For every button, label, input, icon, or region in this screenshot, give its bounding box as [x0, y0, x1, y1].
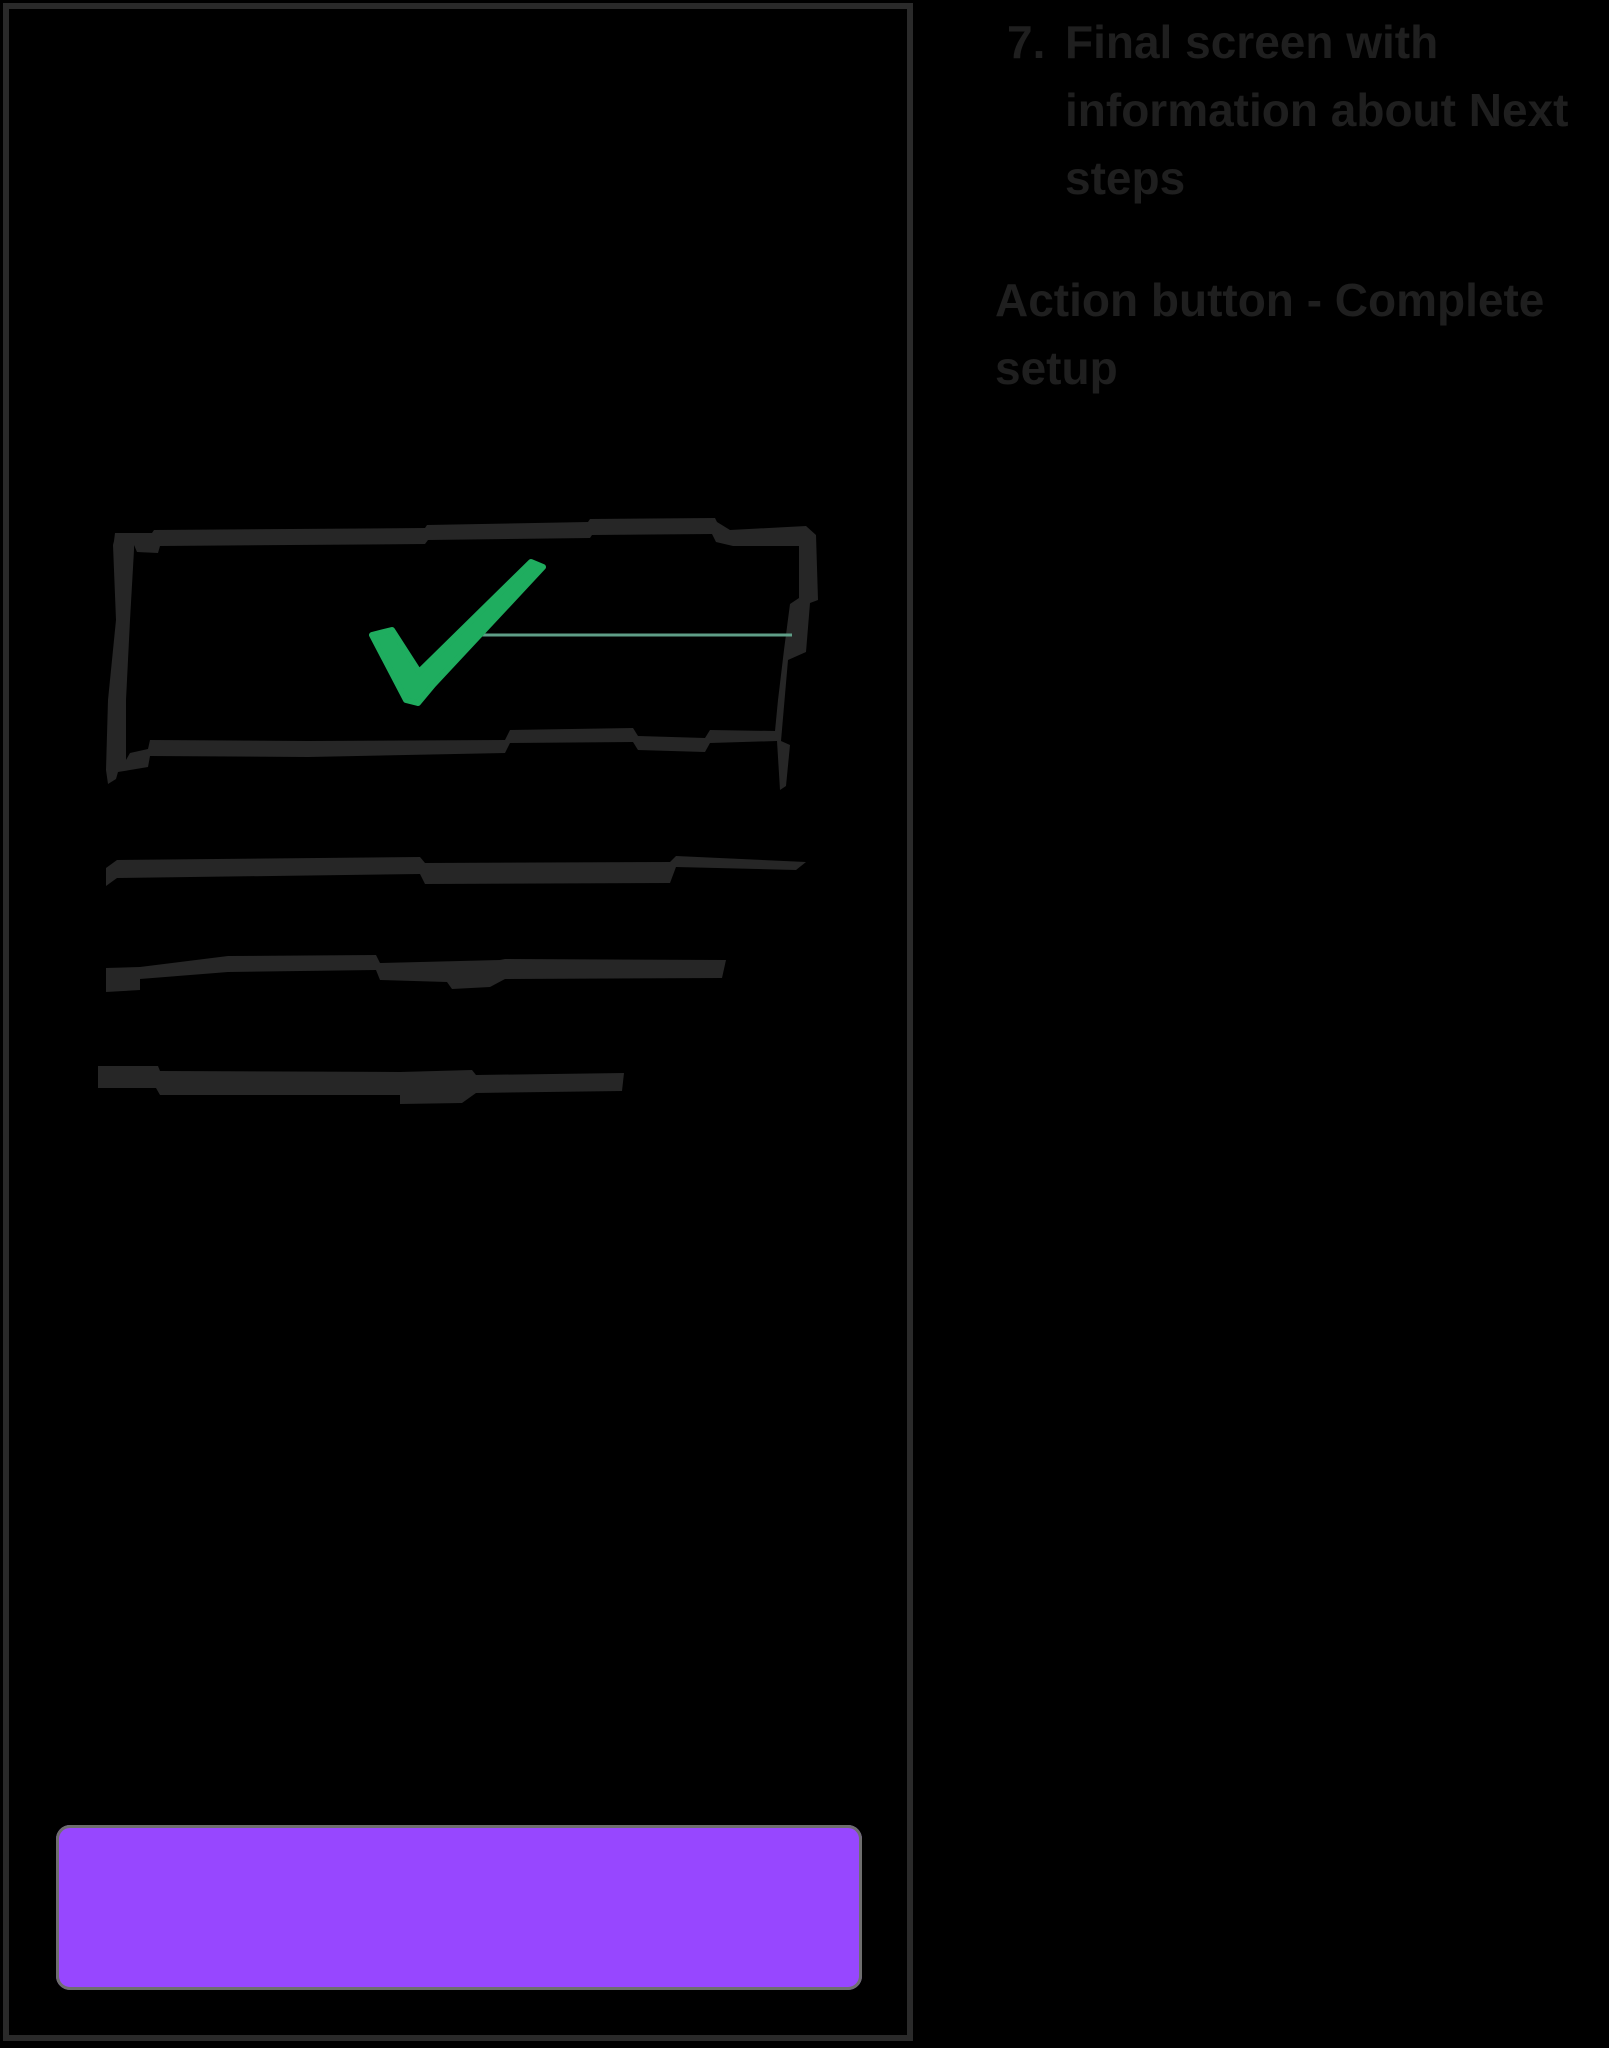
complete-setup-button[interactable]: [56, 1825, 862, 1990]
action-note: Action button - Complete setup: [995, 274, 1545, 394]
text-line-2: [106, 955, 726, 992]
step-number: 7.: [1007, 16, 1046, 68]
step-heading: 7. Final screen with information about N…: [1007, 8, 1585, 212]
step-title: Final screen with information about Next…: [1065, 16, 1569, 204]
checkmark-icon: [369, 559, 546, 706]
annotation-panel: 7. Final screen with information about N…: [995, 8, 1585, 402]
text-line-1: [106, 856, 806, 886]
text-line-3: [98, 1066, 624, 1104]
